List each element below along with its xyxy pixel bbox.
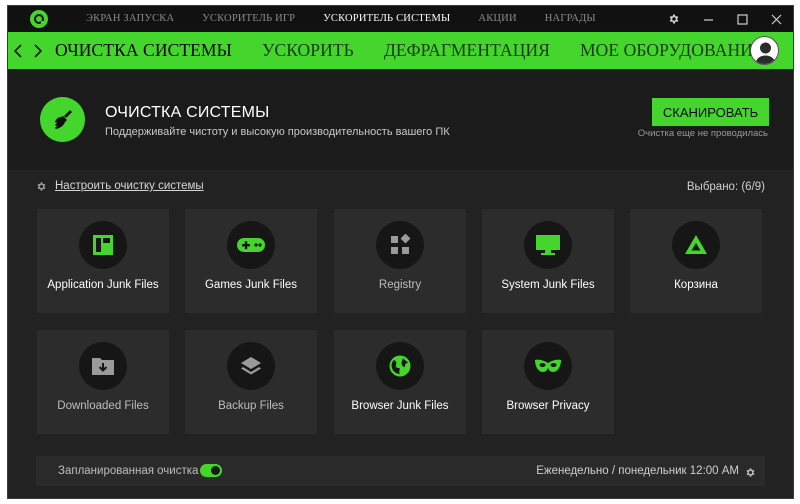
close-button[interactable]	[759, 6, 793, 32]
mask-icon	[524, 342, 572, 390]
gear-icon	[669, 14, 679, 24]
scheduled-cleanup-toggle[interactable]	[200, 464, 222, 477]
gamepad-icon	[227, 221, 275, 269]
monitor-icon	[524, 221, 572, 269]
layers-icon	[227, 342, 275, 390]
back-button[interactable]	[13, 32, 23, 69]
tab-my-hardware[interactable]: МОЕ ОБОРУДОВАНИЕ	[580, 32, 764, 69]
tile-system-junk-files[interactable]: System Junk Files	[482, 209, 614, 313]
tile-application-junk-files[interactable]: Application Junk Files	[37, 209, 169, 313]
forward-button[interactable]	[33, 32, 43, 69]
tile-registry[interactable]: Registry	[334, 209, 466, 313]
tile-backup-files[interactable]: Backup Files	[185, 330, 317, 434]
top-tab-deals[interactable]: АКЦИИ	[478, 6, 516, 32]
chevron-right-icon	[34, 43, 43, 58]
selected-count: Выбрано: (6/9)	[686, 181, 765, 193]
broom-icon	[40, 97, 85, 142]
tab-system-cleanup[interactable]: ОЧИСТКА СИСТЕМЫ	[55, 32, 232, 69]
window-controls	[657, 6, 793, 32]
scheduled-cleanup-label: Запланированная очистка	[58, 465, 199, 477]
tile-browser-junk-files[interactable]: Browser Junk Files	[334, 330, 466, 434]
scheduled-cleanup-bar: Запланированная очистка Еженедельно / по…	[36, 456, 765, 486]
tile-games-junk-files[interactable]: Games Junk Files	[185, 209, 317, 313]
tile-label: Корзина	[674, 279, 718, 291]
schedule-settings-button[interactable]	[745, 465, 756, 483]
page-header: ОЧИСТКА СИСТЕМЫ Поддерживайте чистоту и …	[8, 69, 793, 170]
section-tabs: ОЧИСТКА СИСТЕМЫ УСКОРИТЬ ДЕФРАГМЕНТАЦИЯ …	[55, 32, 793, 69]
tile-label: Backup Files	[218, 400, 284, 412]
tab-defragmentation[interactable]: ДЕФРАГМЕНТАЦИЯ	[384, 32, 550, 69]
tile-label: Application Junk Files	[47, 279, 159, 291]
top-tab-launch-screen[interactable]: ЭКРАН ЗАПУСКА	[86, 6, 174, 32]
tile-label: Games Junk Files	[204, 279, 298, 291]
cleanup-content: Настроить очистку системы Выбрано: (6/9)…	[8, 170, 793, 498]
top-tab-game-booster[interactable]: УСКОРИТЕЛЬ ИГР	[202, 6, 295, 32]
tile-label: Browser Privacy	[506, 400, 590, 412]
tile-label: Registry	[378, 279, 422, 291]
schedule-value: Еженедельно / понедельник 12:00 AM	[536, 465, 739, 477]
scan-button[interactable]: СКАНИРОВАТЬ	[652, 98, 769, 126]
section-nav-bar: ОЧИСТКА СИСТЕМЫ УСКОРИТЬ ДЕФРАГМЕНТАЦИЯ …	[8, 32, 793, 69]
close-icon	[771, 14, 781, 24]
tile-label: Browser Junk Files	[351, 400, 449, 412]
scan-status-text: Очистка еще не проводилась	[637, 128, 768, 139]
tile-recycle-bin[interactable]: Корзина	[630, 209, 762, 313]
page-title: ОЧИСТКА СИСТЕМЫ	[105, 104, 270, 121]
app-panel-icon	[79, 221, 127, 269]
minimize-icon	[703, 18, 713, 21]
maximize-button[interactable]	[725, 6, 759, 32]
title-bar: ЭКРАН ЗАПУСКА УСКОРИТЕЛЬ ИГР УСКОРИТЕЛЬ …	[8, 6, 793, 32]
avatar[interactable]	[750, 36, 779, 65]
tab-boost[interactable]: УСКОРИТЬ	[262, 32, 354, 69]
page-subtitle: Поддерживайте чистоту и высокую производ…	[105, 126, 450, 138]
registry-blocks-icon	[376, 221, 424, 269]
tile-label: Downloaded Files	[57, 400, 149, 412]
tile-label: System Junk Files	[501, 279, 595, 291]
tile-browser-privacy[interactable]: Browser Privacy	[482, 330, 614, 434]
recycle-icon	[672, 221, 720, 269]
top-tab-system-booster[interactable]: УСКОРИТЕЛЬ СИСТЕМЫ	[323, 6, 450, 32]
minimize-button[interactable]	[691, 6, 725, 32]
configure-cleanup-link[interactable]: Настроить очистку системы	[36, 180, 204, 192]
globe-icon	[376, 342, 424, 390]
gear-icon	[746, 468, 755, 477]
top-tab-rewards[interactable]: НАГРАДЫ	[545, 6, 596, 32]
settings-button[interactable]	[657, 6, 691, 32]
configure-cleanup-label[interactable]: Настроить очистку системы	[55, 180, 204, 192]
top-tabs: ЭКРАН ЗАПУСКА УСКОРИТЕЛЬ ИГР УСКОРИТЕЛЬ …	[86, 6, 624, 32]
app-logo-icon[interactable]	[30, 10, 48, 28]
maximize-icon	[736, 13, 748, 25]
chevron-left-icon	[13, 43, 22, 58]
gear-icon	[37, 181, 46, 191]
app-window: ЭКРАН ЗАПУСКА УСКОРИТЕЛЬ ИГР УСКОРИТЕЛЬ …	[7, 5, 794, 499]
download-folder-icon	[79, 342, 127, 390]
tile-downloaded-files[interactable]: Downloaded Files	[37, 330, 169, 434]
